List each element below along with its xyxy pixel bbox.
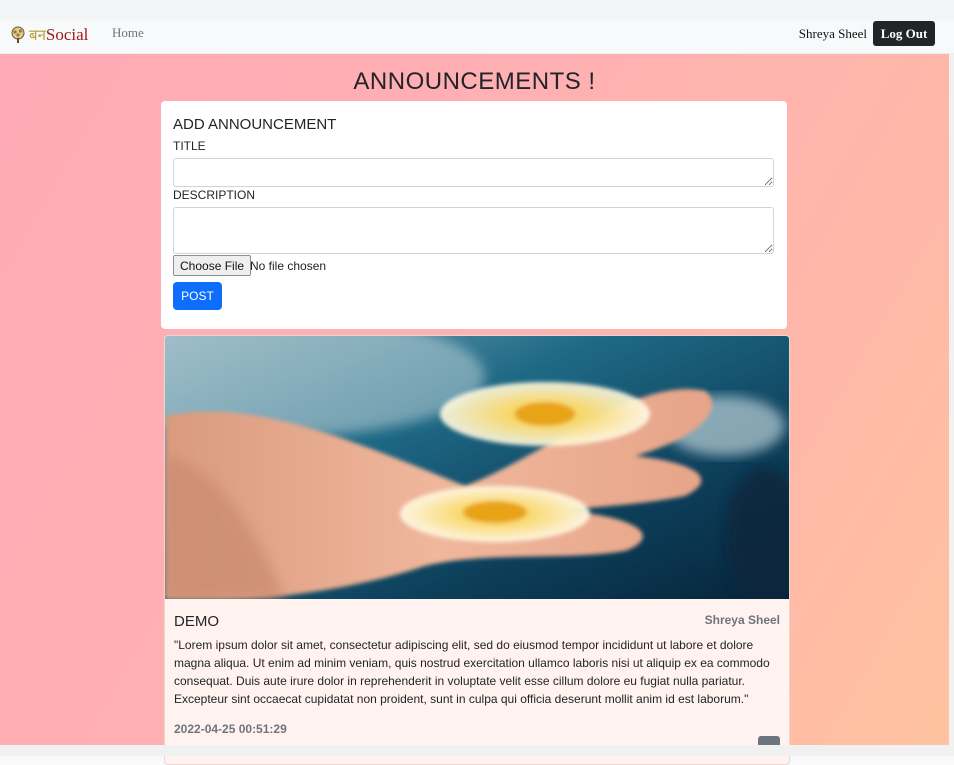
brand-hindi-text: बन bbox=[29, 26, 46, 44]
brand-text: Social bbox=[45, 25, 89, 44]
navbar: बन Social Home Shreya Sheel Log Out bbox=[0, 20, 954, 54]
window-top-strip bbox=[0, 0, 954, 20]
add-announcement-card: ADD ANNOUNCEMENT TITLE DESCRIPTION Choos… bbox=[161, 101, 787, 329]
announcement-card: DEMO Shreya Sheel "Lorem ipsum dolor sit… bbox=[164, 335, 790, 765]
brand-logo-link[interactable]: बन Social bbox=[9, 23, 88, 47]
tree-logo-icon bbox=[11, 26, 25, 43]
title-label: TITLE bbox=[173, 139, 206, 153]
page-title: ANNOUNCEMENTS ! bbox=[353, 68, 596, 95]
logout-button[interactable]: Log Out bbox=[873, 21, 935, 46]
announcement-image bbox=[165, 336, 789, 599]
description-label: DESCRIPTION bbox=[173, 188, 256, 202]
file-status-text: No file chosen bbox=[250, 259, 327, 273]
nav-home-link[interactable]: Home bbox=[112, 25, 144, 41]
title-input[interactable] bbox=[173, 158, 774, 187]
announcement-timestamp: 2022-04-25 00:51:29 bbox=[174, 722, 287, 736]
horizontal-scrollbar[interactable] bbox=[0, 745, 954, 756]
announcement-author: Shreya Sheel bbox=[704, 613, 780, 627]
add-announcement-heading: ADD ANNOUNCEMENT bbox=[173, 116, 337, 133]
user-name: Shreya Sheel bbox=[798, 26, 867, 41]
choose-file-button[interactable]: Choose File bbox=[173, 255, 252, 276]
announcements-section: ANNOUNCEMENTS ! ADD ANNOUNCEMENT TITLE D… bbox=[0, 54, 949, 765]
vertical-scrollbar[interactable] bbox=[949, 54, 954, 756]
description-input[interactable] bbox=[173, 207, 774, 254]
announcement-description: "Lorem ipsum dolor sit amet, consectetur… bbox=[174, 638, 770, 706]
announcement-title: DEMO bbox=[174, 613, 219, 630]
post-button[interactable]: POST bbox=[173, 282, 222, 310]
